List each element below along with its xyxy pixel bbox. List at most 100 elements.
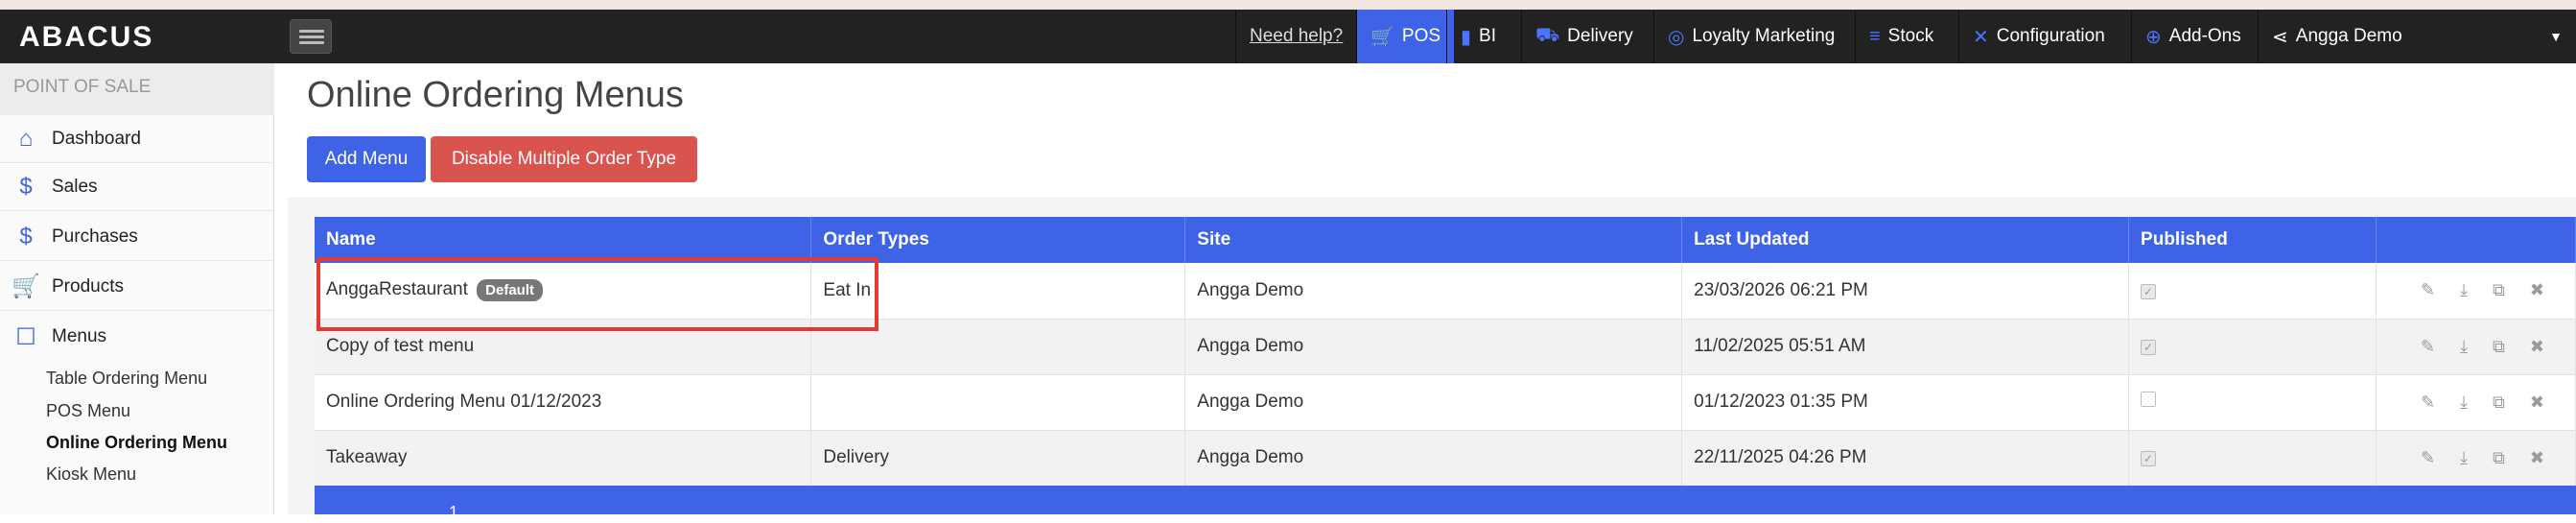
copy-icon[interactable]: ⧉ bbox=[2493, 337, 2505, 357]
published-checkbox[interactable]: ✓ bbox=[2141, 340, 2157, 355]
dollar-icon: $ bbox=[19, 223, 33, 250]
sidebar-item-label: Purchases bbox=[52, 226, 138, 247]
sidebar: POINT OF SALE ⌂ Dashboard $ Sales $ Purc… bbox=[0, 63, 274, 514]
cart-icon: 🛒 bbox=[12, 273, 40, 299]
menu-name[interactable]: Online Ordering Menu 01/12/2023 bbox=[326, 392, 601, 412]
window-top-strip bbox=[0, 0, 2576, 10]
download-icon[interactable]: ⤓ bbox=[2460, 392, 2468, 413]
published-checkbox[interactable]: ✓ bbox=[2141, 283, 2157, 299]
top-navbar: ABACUS Need help? 🛒 POS ▮ BI ⛟ Delivery … bbox=[0, 10, 2576, 63]
nav-configuration[interactable]: ✕ Configuration bbox=[1958, 10, 2119, 63]
menu-name[interactable]: Takeaway bbox=[326, 447, 408, 467]
pagination-page-number[interactable]: 1 bbox=[449, 503, 458, 523]
delete-icon[interactable]: ✖ bbox=[2530, 280, 2544, 300]
loyalty-icon: ◎ bbox=[1668, 26, 1685, 48]
nav-configuration-label: Configuration bbox=[1996, 26, 2105, 46]
help-link-label: Need help? bbox=[1250, 26, 1344, 46]
header-name[interactable]: Name bbox=[315, 217, 812, 263]
cell-order-types bbox=[810, 374, 1186, 431]
header-order-types[interactable]: Order Types bbox=[810, 217, 1186, 263]
published-checkbox[interactable] bbox=[2141, 392, 2157, 407]
nav-loyalty[interactable]: ◎ Loyalty Marketing bbox=[1653, 10, 1848, 63]
user-name: Angga Demo bbox=[2295, 26, 2402, 46]
edit-icon[interactable]: ✎ bbox=[2421, 448, 2435, 468]
submenu-kiosk-menu[interactable]: Kiosk Menu bbox=[46, 464, 136, 485]
submenu-online-ordering[interactable]: Online Ordering Menu bbox=[46, 433, 227, 453]
wrench-icon: ✕ bbox=[1973, 26, 1989, 48]
sidebar-item-label: Sales bbox=[52, 176, 98, 197]
delete-icon[interactable]: ✖ bbox=[2530, 448, 2544, 468]
cell-site: Angga Demo bbox=[1184, 430, 1683, 487]
cell-site: Angga Demo bbox=[1184, 263, 1683, 320]
sidebar-item-sales[interactable]: $ Sales bbox=[0, 163, 274, 211]
menu-name[interactable]: Copy of test menu bbox=[326, 336, 474, 356]
download-icon[interactable]: ⤓ bbox=[2460, 448, 2468, 468]
home-icon: ⌂ bbox=[18, 125, 34, 152]
nav-bi-label: BI bbox=[1479, 26, 1496, 46]
copy-icon[interactable]: ⧉ bbox=[2493, 392, 2505, 413]
nav-stock[interactable]: ≡ Stock bbox=[1855, 10, 1947, 63]
submenu-pos-menu[interactable]: POS Menu bbox=[46, 401, 130, 421]
submenu-table-ordering[interactable]: Table Ordering Menu bbox=[46, 368, 207, 389]
nav-pos-label: POS bbox=[1401, 26, 1441, 46]
published-checkbox[interactable]: ✓ bbox=[2141, 451, 2157, 466]
app-logo[interactable]: ABACUS bbox=[19, 21, 153, 54]
cell-actions: ✎ ⤓ ⧉ ✖ bbox=[2376, 319, 2576, 375]
highlight-annotation-box bbox=[316, 257, 878, 331]
nav-addons-label: Add-Ons bbox=[2168, 26, 2241, 46]
delete-icon[interactable]: ✖ bbox=[2530, 392, 2544, 413]
download-icon[interactable]: ⤓ bbox=[2460, 337, 2468, 357]
add-menu-button[interactable]: Add Menu bbox=[307, 136, 426, 182]
sidebar-item-menus[interactable]: ☐ Menus bbox=[0, 313, 274, 361]
caret-down-icon: ▼ bbox=[2549, 29, 2563, 44]
cell-updated: 22/11/2025 04:26 PM bbox=[1681, 430, 2130, 487]
cell-updated: 23/03/2026 06:21 PM bbox=[1681, 263, 2130, 320]
plus-circle-icon: ⊕ bbox=[2145, 26, 2162, 48]
cell-name: Takeaway bbox=[315, 430, 812, 487]
edit-icon[interactable]: ✎ bbox=[2421, 392, 2435, 413]
nav-delivery-label: Delivery bbox=[1567, 26, 1633, 46]
table-row[interactable]: Takeaway Delivery Angga Demo 22/11/2025 … bbox=[315, 430, 2576, 487]
sidebar-item-products[interactable]: 🛒 Products bbox=[0, 263, 274, 311]
cell-actions: ✎ ⤓ ⧉ ✖ bbox=[2376, 430, 2576, 487]
cell-actions: ✎ ⤓ ⧉ ✖ bbox=[2376, 374, 2576, 431]
cell-published: ✓ bbox=[2128, 430, 2377, 487]
sidebar-item-label: Products bbox=[52, 275, 124, 297]
nav-bi[interactable]: ▮ BI bbox=[1446, 10, 1510, 63]
edit-icon[interactable]: ✎ bbox=[2421, 337, 2435, 357]
header-site[interactable]: Site bbox=[1184, 217, 1683, 263]
sidebar-item-purchases[interactable]: $ Purchases bbox=[0, 213, 274, 261]
edit-icon[interactable]: ✎ bbox=[2421, 280, 2435, 300]
menu-book-icon: ☐ bbox=[15, 323, 36, 350]
bar-chart-icon: ▮ bbox=[1461, 26, 1472, 48]
cell-published: ✓ bbox=[2128, 319, 2377, 375]
cell-actions: ✎ ⤓ ⧉ ✖ bbox=[2376, 263, 2576, 320]
cell-site: Angga Demo bbox=[1184, 319, 1683, 375]
nav-loyalty-label: Loyalty Marketing bbox=[1692, 26, 1836, 46]
disable-order-type-button[interactable]: Disable Multiple Order Type bbox=[431, 136, 697, 182]
nav-stock-label: Stock bbox=[1887, 26, 1934, 46]
sidebar-item-label: Dashboard bbox=[52, 128, 141, 149]
copy-icon[interactable]: ⧉ bbox=[2493, 280, 2505, 300]
sidebar-item-dashboard[interactable]: ⌂ Dashboard bbox=[0, 115, 274, 163]
nav-delivery[interactable]: ⛟ Delivery bbox=[1521, 10, 1647, 63]
table-row[interactable]: Online Ordering Menu 01/12/2023 Angga De… bbox=[315, 374, 2576, 431]
copy-icon[interactable]: ⧉ bbox=[2493, 448, 2505, 468]
download-icon[interactable]: ⤓ bbox=[2460, 280, 2468, 300]
nav-addons[interactable]: ⊕ Add-Ons bbox=[2131, 10, 2255, 63]
dollar-icon: $ bbox=[19, 173, 33, 200]
truck-icon: ⛟ bbox=[1535, 24, 1560, 46]
table-header-row: Name Order Types Site Last Updated Publi… bbox=[315, 217, 2576, 263]
cell-published bbox=[2128, 374, 2377, 431]
help-link[interactable]: Need help? bbox=[1235, 10, 1356, 63]
cell-order-types: Delivery bbox=[810, 430, 1186, 487]
cell-updated: 01/12/2023 01:35 PM bbox=[1681, 374, 2130, 431]
nav-pos[interactable]: 🛒 POS bbox=[1356, 10, 1455, 63]
delete-icon[interactable]: ✖ bbox=[2530, 337, 2544, 357]
header-actions bbox=[2376, 217, 2576, 263]
header-published[interactable]: Published bbox=[2128, 217, 2377, 263]
user-menu[interactable]: ⋖ Angga Demo ▼ bbox=[2258, 10, 2576, 63]
cell-published: ✓ bbox=[2128, 263, 2377, 320]
sidebar-toggle-button[interactable] bbox=[290, 19, 332, 54]
header-last-updated[interactable]: Last Updated bbox=[1681, 217, 2130, 263]
